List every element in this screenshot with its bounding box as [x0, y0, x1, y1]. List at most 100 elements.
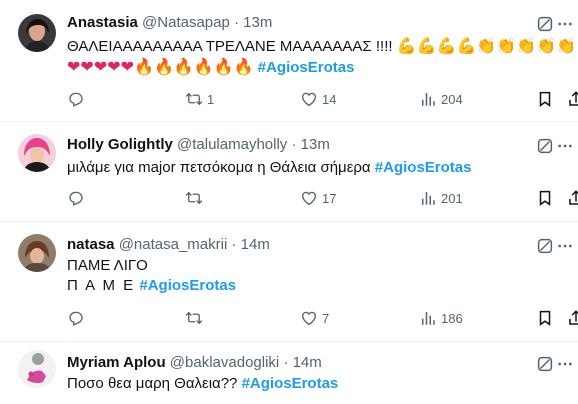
author-name[interactable]: Myriam Aplou	[67, 354, 166, 371]
tweet-text-line: ΠΑΜΕ ΛΙΓΟ	[67, 257, 148, 274]
author-handle[interactable]: @talulamayholly	[177, 136, 287, 153]
tweet-text-line: μιλάμε για major πετσόκομα η Θάλεια σήμε…	[67, 159, 371, 176]
bookmark-button[interactable]	[536, 90, 554, 108]
tweet-actions: 7 186	[67, 309, 578, 329]
grok-icon[interactable]	[536, 355, 554, 373]
retweet-button[interactable]: 1	[185, 90, 214, 108]
timestamp[interactable]: 14m	[241, 236, 270, 253]
emoji: ❤	[80, 57, 94, 76]
reply-button[interactable]	[67, 90, 89, 108]
emoji: 👏	[476, 36, 497, 55]
bookmark-button[interactable]	[536, 309, 554, 327]
heart-icon	[300, 90, 318, 108]
reply-button[interactable]	[67, 309, 89, 327]
grok-icon[interactable]	[536, 15, 554, 33]
tweet-header: Holly Golightly @talulamayholly · 13m	[67, 136, 538, 154]
avatar[interactable]	[18, 350, 56, 388]
share-button[interactable]	[567, 90, 578, 108]
bookmark-button[interactable]	[536, 189, 554, 207]
emoji: 🔥	[173, 57, 194, 76]
tweet-header: Anastasia @Natasapap · 13m	[67, 14, 538, 32]
more-icon[interactable]	[556, 144, 574, 148]
tweet-text: μιλάμε για major πετσόκομα η Θάλεια σήμε…	[67, 158, 570, 178]
author-name[interactable]: Anastasia	[67, 14, 138, 31]
more-icon[interactable]	[556, 362, 574, 366]
views-count: 201	[441, 190, 463, 206]
views-button[interactable]: 204	[419, 90, 463, 108]
tweet-text: ❤❤❤❤❤🔥🔥🔥🔥🔥🔥 #AgiosErotas	[67, 57, 570, 78]
retweet-icon	[185, 309, 203, 327]
tweet-4[interactable]: Myriam Aplou @baklavadogliki · 14m Ποσο …	[0, 342, 578, 404]
tweet-header: Myriam Aplou @baklavadogliki · 14m	[67, 354, 538, 372]
emoji: 🔥	[213, 57, 234, 76]
timestamp[interactable]: 13m	[243, 14, 272, 31]
hashtag-link[interactable]: #AgiosErotas	[139, 277, 236, 294]
emoji: ❤	[67, 57, 81, 76]
tweet-text: Ποσο θεα μαρη Θαλεια?? #AgiosErotas	[67, 374, 570, 394]
share-icon	[567, 90, 578, 108]
views-count: 204	[441, 91, 463, 107]
retweet-icon	[185, 90, 203, 108]
emoji: 🔥	[153, 57, 174, 76]
emoji: 👏	[516, 36, 537, 55]
views-icon	[419, 189, 437, 207]
heart-icon	[300, 309, 318, 327]
avatar[interactable]	[18, 14, 56, 52]
bookmark-icon	[536, 309, 554, 327]
emoji: 🔥	[233, 57, 254, 76]
tweet-3[interactable]: natasa @natasa_makrii · 14m ΠΑΜΕ ΛΙΓΟ Π …	[0, 222, 578, 342]
hashtag-link[interactable]: #AgiosErotas	[375, 159, 472, 176]
views-button[interactable]: 201	[419, 189, 463, 207]
emoji: 👏	[496, 36, 517, 55]
author-name[interactable]: Holly Golightly	[67, 136, 173, 153]
tweet-text-line: ΘΑΛΕΙΑΑΑΑΑΑΑΑΑ ΤΡΕΛΑΝΕ ΜΑΑΑΑΑΑΑΣ !!!!	[67, 38, 393, 55]
emoji: 💪	[396, 36, 417, 55]
more-icon[interactable]	[556, 244, 574, 248]
reply-button[interactable]	[67, 189, 89, 207]
timestamp[interactable]: 14m	[293, 354, 322, 371]
emoji: 👏	[536, 36, 557, 55]
tweet-text: ΠΑΜΕ ΛΙΓΟ	[67, 256, 570, 276]
reply-icon	[67, 189, 85, 207]
retweet-button[interactable]	[185, 189, 207, 207]
emoji: 💪	[456, 36, 477, 55]
tweet-text: Π Α Μ Ε #AgiosErotas	[67, 276, 570, 296]
share-button[interactable]	[567, 309, 578, 327]
tweet-1[interactable]: Anastasia @Natasapap · 13m ΘΑΛΕΙΑΑΑΑΑΑΑΑ…	[0, 0, 578, 122]
share-icon	[567, 189, 578, 207]
like-button[interactable]: 14	[300, 90, 336, 108]
avatar[interactable]	[18, 134, 56, 172]
separator-dot: ·	[234, 14, 239, 31]
reply-icon	[67, 309, 85, 327]
share-icon	[567, 309, 578, 327]
share-button[interactable]	[567, 189, 578, 207]
hashtag-link[interactable]: #AgiosErotas	[258, 59, 355, 76]
tweet-2[interactable]: Holly Golightly @talulamayholly · 13m μι…	[0, 122, 578, 222]
views-count: 186	[441, 310, 463, 326]
retweet-button[interactable]	[185, 309, 207, 327]
views-icon	[419, 309, 437, 327]
hashtag-link[interactable]: #AgiosErotas	[242, 375, 339, 392]
like-button[interactable]: 7	[300, 309, 329, 327]
separator-dot: ·	[283, 354, 289, 371]
author-handle[interactable]: @baklavadogliki	[170, 354, 279, 371]
grok-icon[interactable]	[536, 237, 554, 255]
timestamp[interactable]: 13m	[301, 136, 330, 153]
more-icon[interactable]	[556, 22, 574, 26]
author-handle[interactable]: @Natasapap	[142, 14, 230, 31]
retweet-icon	[185, 189, 203, 207]
emoji: 🔥	[193, 57, 214, 76]
like-count: 14	[322, 91, 337, 107]
avatar[interactable]	[18, 234, 56, 272]
like-button[interactable]: 17	[300, 189, 336, 207]
views-button[interactable]: 186	[419, 309, 463, 327]
emoji: 💪	[416, 36, 437, 55]
grok-icon[interactable]	[536, 137, 554, 155]
like-count: 17	[322, 190, 337, 206]
author-handle[interactable]: @natasa_makrii	[119, 236, 228, 253]
author-name[interactable]: natasa	[67, 236, 115, 253]
tweet-header: natasa @natasa_makrii · 14m	[67, 236, 538, 254]
tweet-actions: 1 14 204	[67, 90, 578, 110]
retweet-count: 1	[207, 91, 215, 107]
bookmark-icon	[536, 189, 554, 207]
